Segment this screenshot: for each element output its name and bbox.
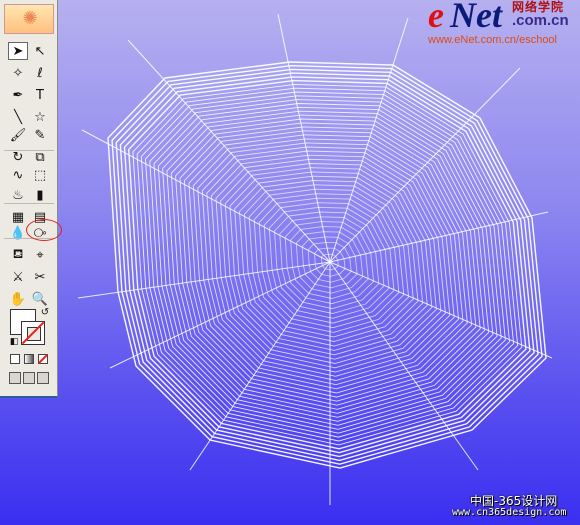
- live-paint-bucket-tool[interactable]: ⛾: [8, 246, 28, 264]
- live-paint-selection-tool[interactable]: ⌖: [30, 246, 50, 264]
- full-screen-mode-button[interactable]: [37, 372, 49, 384]
- logo-domain: .com.cn: [512, 12, 569, 29]
- logo-url: www.eNet.com.cn/eschool: [428, 34, 557, 46]
- hand-icon: ✋: [9, 291, 27, 307]
- swap-fill-stroke-icon[interactable]: ↺: [38, 306, 52, 318]
- live-paint-selection-icon: ⌖: [36, 247, 44, 263]
- toolbar-separator: [4, 150, 54, 151]
- gradient-mode-button[interactable]: [24, 354, 34, 364]
- line-segment-icon: ╲: [14, 109, 22, 125]
- symbol-sprayer-icon: ♨: [12, 187, 24, 203]
- star-tool[interactable]: ☆: [30, 108, 50, 126]
- web-spiral-ring: [183, 130, 473, 398]
- web-radial-thread: [277, 13, 331, 263]
- highlight-circle: [26, 219, 62, 241]
- artboard-canvas[interactable]: [0, 0, 580, 525]
- pencil-tool[interactable]: ✎: [30, 126, 50, 144]
- slice-knife-icon: ⚔: [12, 269, 24, 285]
- hand-tool[interactable]: ✋: [8, 290, 28, 308]
- illustrator-flower-icon: ✺: [22, 8, 38, 29]
- lasso-icon: ℓ: [37, 65, 43, 81]
- star-icon: ☆: [34, 109, 46, 125]
- hollow-arrow-icon: ↖: [34, 43, 46, 59]
- logo-e: e: [428, 0, 444, 35]
- web-spiral-ring: [170, 118, 485, 410]
- scissors-tool[interactable]: ✂: [30, 268, 50, 286]
- web-spiral-ring: [188, 134, 468, 394]
- logo-net: Net: [450, 0, 502, 35]
- enet-watermark-logo: e Net 网络学院 .com.cn www.eNet.com.cn/escho…: [428, 0, 578, 50]
- none-slash-icon: [38, 354, 48, 364]
- type-tool[interactable]: T: [30, 86, 50, 104]
- lasso-tool[interactable]: ℓ: [30, 64, 50, 82]
- magic-wand-icon: ✧: [12, 65, 24, 81]
- paint-bucket-icon: ⛾: [12, 246, 24, 262]
- stroke-color-swatch[interactable]: [21, 321, 45, 345]
- selection-tool[interactable]: ➤: [8, 42, 28, 60]
- toolbar-separator: [4, 203, 54, 204]
- magnifier-icon: 🔍: [31, 291, 49, 307]
- pen-tool[interactable]: ✒: [8, 86, 28, 104]
- free-transform-tool[interactable]: ⬚: [30, 166, 50, 184]
- warp-icon: ∿: [12, 167, 24, 183]
- rotate-icon: ↻: [12, 149, 24, 165]
- default-colors-icon[interactable]: ◧: [8, 336, 20, 348]
- line-tool[interactable]: ╲: [8, 108, 28, 126]
- arrow-icon: ➤: [12, 43, 24, 59]
- none-mode-button[interactable]: [38, 354, 48, 364]
- eyedropper-tool[interactable]: 💧: [8, 224, 28, 242]
- column-graph-tool[interactable]: ▮: [30, 186, 50, 204]
- scale-icon: ⧉: [35, 149, 45, 165]
- paintbrush-tool[interactable]: 🖌: [8, 126, 28, 144]
- slice-tool[interactable]: ⚔: [8, 268, 28, 286]
- column-graph-icon: ▮: [36, 187, 44, 203]
- web-spiral-ring: [162, 110, 494, 418]
- symbol-sprayer-tool[interactable]: ♨: [8, 186, 28, 204]
- pencil-icon: ✎: [34, 127, 46, 143]
- tools-panel: ✺ ➤ ↖ ✧ ℓ ✒ T ╲ ☆ 🖌 ✎ ↻ ⧉ ∿ ⬚ ♨ ▮ ▦ ▤ 💧 ⧂ ⛾ ⌖ ⚔ ✂ ✋ 🔍 ↺ ◧: [0, 0, 62, 398]
- tools-panel-header[interactable]: ✺: [4, 4, 54, 34]
- paintbrush-icon: 🖌: [9, 127, 27, 143]
- magic-wand-tool[interactable]: ✧: [8, 64, 28, 82]
- scissors-icon: ✂: [34, 269, 46, 285]
- standard-screen-mode-button[interactable]: [9, 372, 21, 384]
- spider-web-artwork: [77, 13, 553, 505]
- web-spiral-ring: [175, 122, 481, 406]
- type-icon: T: [36, 87, 44, 103]
- pen-icon: ✒: [12, 87, 24, 103]
- direct-selection-tool[interactable]: ↖: [30, 42, 50, 60]
- footer-site-url: www.cn365design.com: [452, 507, 567, 518]
- mesh-icon: ▦: [11, 209, 25, 225]
- free-transform-icon: ⬚: [33, 167, 47, 183]
- warp-tool[interactable]: ∿: [8, 166, 28, 184]
- web-spiral-ring: [115, 68, 539, 462]
- color-mode-button[interactable]: [10, 354, 20, 364]
- full-screen-menu-mode-button[interactable]: [23, 372, 35, 384]
